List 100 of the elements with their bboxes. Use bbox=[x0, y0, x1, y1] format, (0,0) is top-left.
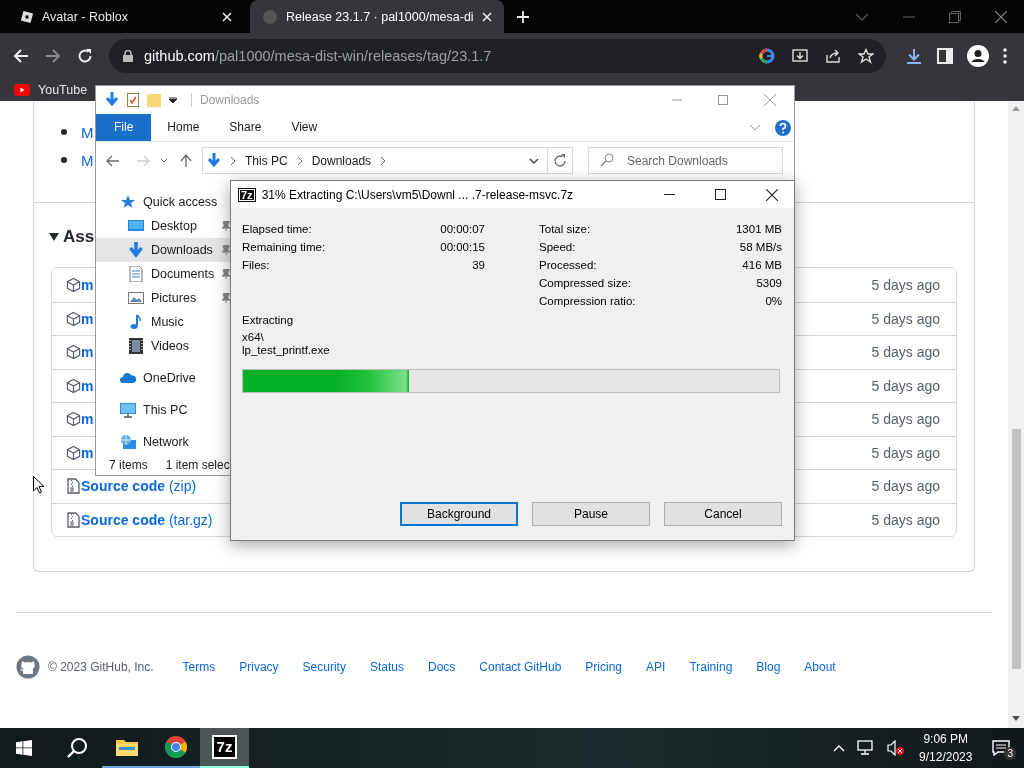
install-icon[interactable] bbox=[792, 47, 808, 64]
nav-item[interactable]: Network bbox=[96, 430, 230, 454]
asset-link[interactable]: Source code (zip) bbox=[81, 478, 197, 495]
star-icon[interactable] bbox=[858, 47, 874, 64]
nav-item[interactable]: OneDrive bbox=[96, 366, 230, 390]
footer-link[interactable]: API bbox=[646, 660, 666, 674]
help-icon[interactable] bbox=[775, 119, 791, 136]
chevron-down-icon[interactable] bbox=[529, 157, 540, 164]
asset-link[interactable]: m bbox=[81, 276, 94, 293]
footer-link[interactable]: About bbox=[804, 660, 836, 674]
dialog-button[interactable]: Pause bbox=[532, 502, 650, 526]
chevron-up-icon[interactable] bbox=[833, 744, 846, 752]
scroll-down-icon[interactable] bbox=[1012, 716, 1020, 722]
footer-link[interactable]: Docs bbox=[427, 660, 456, 674]
breadcrumb-item[interactable]: Downloads bbox=[311, 153, 372, 168]
nav-item[interactable]: Pictures bbox=[96, 286, 230, 310]
footer-link[interactable]: Training bbox=[689, 660, 733, 674]
download-icon[interactable] bbox=[905, 46, 923, 65]
asset-link[interactable]: m bbox=[81, 411, 94, 428]
footer-link[interactable]: Status bbox=[369, 660, 404, 674]
asset-link[interactable]: m bbox=[81, 344, 94, 361]
side-panel-icon[interactable] bbox=[937, 47, 953, 64]
footer-link[interactable]: Pricing bbox=[585, 660, 623, 674]
nav-item[interactable]: Desktop bbox=[96, 214, 230, 238]
checkmark-document-icon[interactable] bbox=[127, 93, 139, 107]
download-arrow-icon bbox=[207, 152, 221, 169]
up-arrow-icon[interactable] bbox=[180, 153, 192, 168]
share-icon[interactable] bbox=[825, 47, 841, 64]
ribbon-tab[interactable]: Home bbox=[153, 114, 214, 141]
pin-icon bbox=[222, 245, 230, 255]
browser-tab[interactable]: Release 23.1.7 · pal1000/mesa-di bbox=[250, 0, 504, 33]
release-age: 5 days ago bbox=[871, 377, 940, 394]
dialog-button[interactable]: Cancel bbox=[664, 502, 782, 526]
clock[interactable]: 9:06 PM 9/12/2023 bbox=[919, 730, 973, 766]
menu-icon[interactable] bbox=[1003, 47, 1007, 64]
chevron-down-icon[interactable] bbox=[160, 157, 168, 164]
footer-link[interactable]: Security bbox=[302, 660, 346, 674]
film-icon bbox=[128, 338, 144, 354]
stat-label: Files: bbox=[242, 259, 270, 271]
link[interactable]: M bbox=[81, 151, 94, 169]
speech-bubble-icon bbox=[992, 740, 1011, 756]
download-arrow-icon[interactable] bbox=[105, 92, 119, 108]
notifications-button[interactable]: 3 bbox=[992, 736, 1016, 760]
stat-value: 39 bbox=[472, 259, 485, 271]
address-bar[interactable]: github.com/pal1000/mesa-dist-win/releases/tag/23.1.7 bbox=[109, 38, 886, 73]
browser-tab[interactable]: Avatar - Roblox bbox=[8, 0, 244, 33]
nav-item[interactable]: Quick access bbox=[96, 190, 230, 214]
footer-link[interactable]: Contact GitHub bbox=[479, 660, 562, 674]
search-icon[interactable] bbox=[66, 737, 88, 759]
ribbon-tab[interactable]: View bbox=[277, 114, 332, 141]
triangle-icon[interactable] bbox=[49, 233, 59, 241]
picture-icon bbox=[128, 290, 144, 306]
ribbon-tab[interactable]: Share bbox=[215, 114, 276, 141]
copyright-text: © 2023 GitHub, Inc. bbox=[48, 660, 154, 674]
asset-link[interactable]: m bbox=[81, 310, 94, 327]
scrollbar[interactable] bbox=[1008, 101, 1024, 728]
nav-item[interactable]: This PC bbox=[96, 398, 230, 422]
stat-label: Elapsed time: bbox=[242, 223, 312, 235]
scrollbar-thumb[interactable] bbox=[1011, 429, 1021, 669]
address-field[interactable]: This PC Downloads bbox=[202, 147, 549, 174]
footer-link[interactable]: Terms bbox=[182, 660, 216, 674]
dialog-button[interactable]: Background bbox=[400, 502, 518, 526]
forward-icon[interactable] bbox=[45, 47, 61, 64]
network-icon[interactable] bbox=[857, 740, 876, 756]
nav-item[interactable]: Documents bbox=[96, 262, 230, 286]
status-text: Extracting bbox=[242, 313, 295, 328]
back-icon[interactable] bbox=[106, 154, 120, 167]
profile-avatar-icon[interactable] bbox=[967, 44, 989, 67]
download-arrow-icon bbox=[128, 242, 144, 258]
link[interactable]: M bbox=[81, 123, 94, 141]
new-tab-icon[interactable] bbox=[515, 9, 530, 24]
chevron-right-icon bbox=[230, 156, 236, 165]
cube-icon bbox=[66, 377, 81, 394]
pin-icon bbox=[222, 293, 230, 303]
footer-link[interactable]: Privacy bbox=[239, 660, 279, 674]
refresh-button[interactable] bbox=[548, 147, 573, 174]
chrome-icon bbox=[163, 735, 188, 759]
search-field[interactable]: Search Downloads bbox=[588, 147, 783, 174]
reload-icon[interactable] bbox=[77, 47, 93, 64]
asset-link[interactable]: m bbox=[81, 377, 94, 394]
footer-link[interactable]: Blog bbox=[756, 660, 781, 674]
windows-start-icon[interactable] bbox=[16, 740, 32, 756]
google-icon[interactable] bbox=[759, 47, 775, 64]
nav-item[interactable]: Videos bbox=[96, 334, 230, 358]
breadcrumb-item[interactable]: This PC bbox=[245, 153, 288, 168]
nav-item[interactable]: Music bbox=[96, 310, 230, 334]
maximize-icon[interactable] bbox=[715, 189, 726, 200]
bookmark[interactable]: YouTube bbox=[14, 82, 88, 97]
restore-icon[interactable] bbox=[949, 10, 961, 23]
dropdown-icon[interactable] bbox=[169, 97, 177, 103]
nav-item[interactable]: Downloads bbox=[96, 238, 230, 262]
monitor-icon bbox=[120, 402, 136, 418]
bullet-icon bbox=[61, 129, 67, 135]
taskbar-app-button[interactable]: 7z bbox=[200, 728, 249, 768]
muted-speaker-icon[interactable] bbox=[887, 740, 906, 756]
ribbon-tab[interactable]: File bbox=[96, 114, 152, 141]
circle-icon bbox=[262, 8, 278, 25]
close-icon[interactable] bbox=[766, 188, 778, 201]
asset-link[interactable]: m bbox=[81, 444, 94, 461]
asset-link[interactable]: Source code (tar.gz) bbox=[81, 511, 213, 528]
